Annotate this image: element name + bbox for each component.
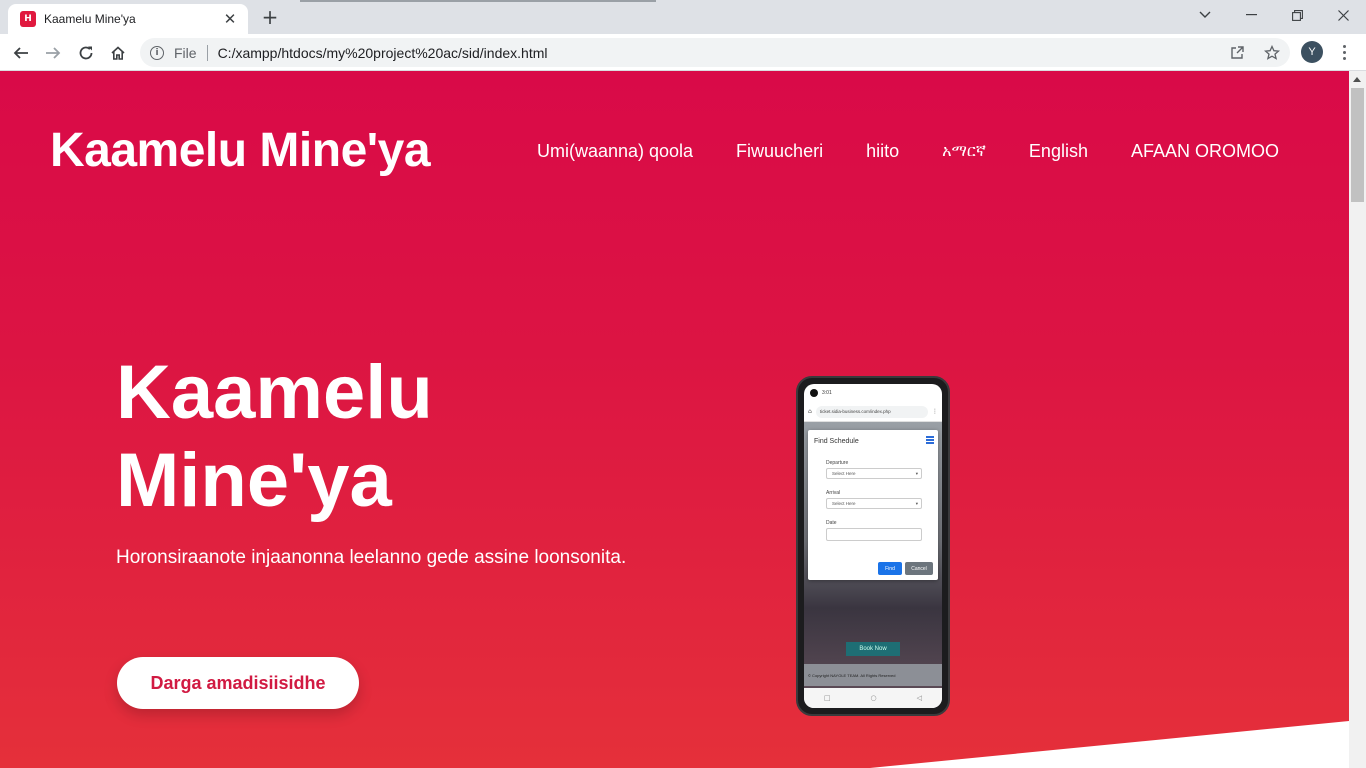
hero-title: Kaamelu Mine'ya — [116, 350, 433, 523]
minimize-icon — [1245, 14, 1257, 16]
address-bar[interactable]: i File C:/xampp/htdocs/my%20project%20ac… — [140, 38, 1290, 67]
close-tab-icon[interactable]: ✕ — [222, 10, 238, 28]
phone-hamburger-icon — [926, 436, 934, 444]
hero-subtitle: Horonsiraanote injaanonna leelanno gede … — [116, 547, 627, 568]
phone-url-bar: ⌂ ticket.sidia-business.com/index.php ⋮ — [804, 402, 942, 422]
phone-date-label: Date — [826, 520, 837, 526]
home-button[interactable] — [105, 40, 131, 66]
main-nav: Umi(waanna) qoola Fiwuucheri hiito አማርኛ … — [537, 141, 1279, 162]
bookmark-button[interactable] — [1264, 38, 1280, 67]
phone-status-time: 3:01 — [822, 390, 832, 396]
phone-footer: © Copyright NAYOLE TEAM. All Rights Rese… — [804, 664, 942, 686]
phone-find-button: Find — [878, 562, 902, 575]
browser-menu-button[interactable] — [1334, 40, 1354, 64]
phone-departure-select: Select Here ▾ — [826, 468, 922, 479]
star-icon — [1264, 44, 1280, 60]
browser-titlebar: H Kaamelu Mine'ya ✕ + — [0, 0, 1366, 34]
nav-link-umi[interactable]: Umi(waanna) qoola — [537, 141, 693, 162]
back-button[interactable] — [8, 40, 34, 66]
phone-departure-label: Departure — [826, 460, 849, 466]
forward-button[interactable] — [40, 40, 66, 66]
phone-find-schedule-modal: Find Schedule Departure Select Here ▾ Arr… — [808, 430, 938, 580]
phone-menu-icon: ⋮ — [932, 408, 938, 415]
nav-link-fiwuucheri[interactable]: Fiwuucheri — [736, 141, 823, 162]
phone-modal-title: Find Schedule — [814, 438, 859, 445]
menu-dot-icon — [1342, 56, 1346, 60]
phone-date-input — [826, 528, 922, 541]
share-icon — [1231, 46, 1244, 59]
phone-mockup-image: 3:01 ⌂ ticket.sidia-business.com/index.p… — [796, 376, 950, 716]
tab-search-button[interactable] — [1182, 0, 1228, 30]
phone-url-text: ticket.sidia-business.com/index.php — [815, 405, 928, 418]
profile-avatar[interactable]: Y — [1301, 41, 1323, 63]
menu-dot-icon — [1342, 50, 1346, 54]
scrollbar-thumb[interactable] — [1351, 88, 1364, 202]
scroll-up-arrow-icon[interactable] — [1353, 77, 1361, 82]
arrow-right-icon — [46, 47, 61, 59]
phone-home-icon: ⌂ — [808, 408, 812, 415]
nav-link-english[interactable]: English — [1029, 141, 1088, 162]
nav-link-afaan-oromoo[interactable]: AFAAN OROMOO — [1131, 141, 1279, 162]
omnibox-divider — [206, 44, 208, 61]
browser-tab[interactable]: H Kaamelu Mine'ya ✕ — [8, 4, 248, 34]
tab-favicon-icon: H — [20, 11, 36, 27]
url-scheme-label: File — [174, 44, 197, 61]
restore-icon — [1291, 9, 1303, 21]
phone-home-circle-icon: ○ — [870, 694, 877, 702]
nav-link-amharic[interactable]: አማርኛ — [942, 141, 986, 162]
phone-arrival-label: Arrival — [826, 490, 841, 496]
reload-button[interactable] — [73, 40, 99, 66]
phone-arrival-select: Select Here ▾ — [826, 498, 922, 509]
phone-book-now-button: Book Now — [846, 642, 900, 656]
page-viewport: Kaamelu Mine'ya Umi(waanna) qoola Fiwuuc… — [0, 71, 1349, 768]
phone-nav-bar: □ ○ ◁ — [804, 688, 942, 708]
reload-icon — [79, 46, 93, 60]
browser-toolbar: i File C:/xampp/htdocs/my%20project%20ac… — [0, 34, 1366, 71]
arrow-left-icon — [13, 47, 28, 59]
close-icon — [1337, 9, 1349, 21]
share-button[interactable] — [1230, 38, 1245, 67]
restore-button[interactable] — [1274, 0, 1320, 30]
window-drag-strip — [300, 0, 656, 2]
phone-cancel-button: Cancel — [905, 562, 933, 575]
chevron-down-icon — [1199, 11, 1211, 18]
phone-screen: 3:01 ⌂ ticket.sidia-business.com/index.p… — [804, 384, 942, 708]
home-icon — [111, 46, 125, 60]
phone-back-icon: ◁ — [916, 694, 922, 702]
phone-status-bar: 3:01 — [804, 384, 942, 402]
close-window-button[interactable] — [1320, 0, 1366, 30]
hero-cta-button[interactable]: Darga amadisiisidhe — [117, 657, 359, 709]
new-tab-button[interactable]: + — [258, 5, 282, 29]
phone-camera-icon — [810, 389, 818, 397]
page-scrollbar[interactable] — [1349, 71, 1366, 768]
phone-recent-icon: □ — [823, 694, 831, 702]
tab-title: Kaamelu Mine'ya — [44, 12, 136, 26]
nav-link-hiito[interactable]: hiito — [866, 141, 899, 162]
menu-dot-icon — [1342, 44, 1346, 48]
url-text[interactable]: C:/xampp/htdocs/my%20project%20ac/sid/in… — [218, 45, 548, 61]
minimize-button[interactable] — [1228, 0, 1274, 30]
site-brand-logo[interactable]: Kaamelu Mine'ya — [50, 123, 431, 178]
site-info-icon[interactable]: i — [150, 45, 164, 60]
